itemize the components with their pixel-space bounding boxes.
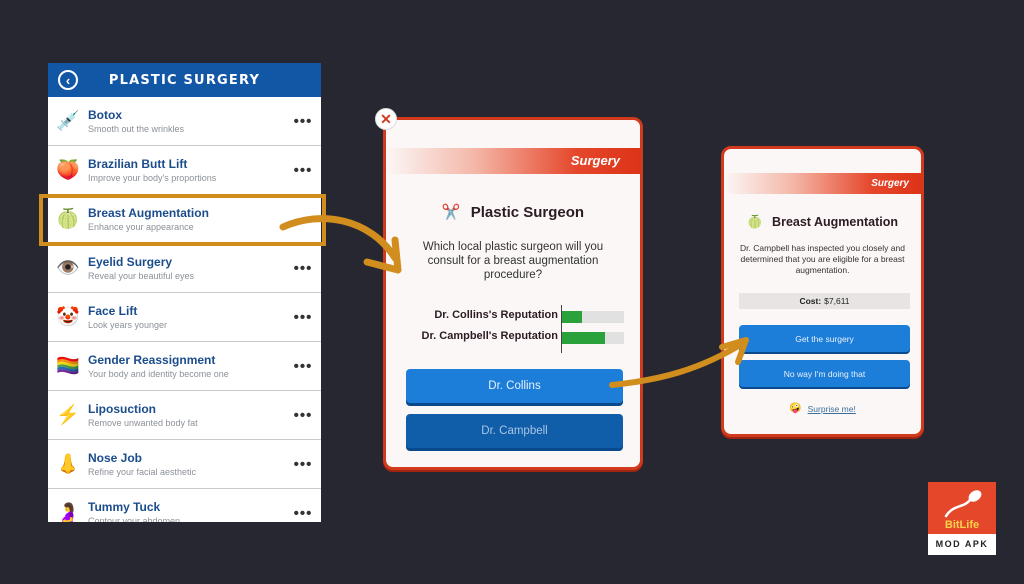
reputation-row-campbell: Dr. Campbell's Reputation	[386, 330, 646, 346]
more-options-button[interactable]: •••	[285, 162, 321, 179]
surgery-list-item[interactable]: 💉 Botox Smooth out the wrinkles •••	[48, 97, 321, 146]
reputation-label: Dr. Collins's Reputation	[434, 309, 558, 321]
popup-banner: Surgery	[724, 173, 921, 194]
surgery-list-item[interactable]: 👃 Nose Job Refine your facial aesthetic •••	[48, 440, 321, 489]
surgery-list-item[interactable]: ⚡ Liposuction Remove unwanted body fat •••	[48, 391, 321, 440]
popup-title-text: Breast Augmentation	[772, 215, 898, 229]
cost-label: Cost:	[799, 296, 822, 306]
more-options-button[interactable]: •••	[285, 456, 321, 473]
syringe-icon: 💉	[56, 111, 80, 132]
decline-button[interactable]: No way I'm doing that	[739, 360, 910, 387]
pregnant-woman-icon: 🤰	[56, 503, 80, 522]
item-texts: Eyelid Surgery Reveal your beautiful eyes	[88, 255, 285, 282]
close-icon: ✕	[380, 110, 392, 127]
item-texts: Nose Job Refine your facial aesthetic	[88, 451, 285, 478]
item-description: Reveal your beautiful eyes	[88, 270, 195, 281]
surgery-list-item[interactable]: 🤡 Face Lift Look years younger •••	[48, 293, 321, 342]
item-name: Gender Reassignment	[88, 352, 216, 367]
surgery-list-item[interactable]: 🏳️‍🌈 Gender Reassignment Your body and ide…	[48, 342, 321, 391]
more-options-button[interactable]: •••	[285, 309, 321, 326]
dr-collins-button[interactable]: Dr. Collins	[406, 369, 623, 403]
reputation-bar-fill	[562, 332, 606, 344]
zany-face-icon: 🤪	[789, 403, 802, 414]
plastic-surgery-list-screen: ‹ PLASTIC SURGERY 💉 Botox Smooth out the w…	[48, 63, 321, 522]
item-description: Contour your abdomen	[88, 515, 181, 523]
lightning-icon: ⚡	[56, 405, 80, 426]
scissors-icon: ✂️	[441, 204, 461, 221]
eye-icon: 👁️	[56, 258, 80, 279]
reputation-label: Dr. Campbell's Reputation	[421, 330, 558, 342]
logo-top: BitLife	[928, 482, 996, 534]
get-surgery-button[interactable]: Get the surgery	[739, 325, 910, 352]
rainbow-flag-icon: 🏳️‍🌈	[56, 356, 80, 377]
logo-subtitle: MOD APK	[935, 539, 989, 549]
popup-question: Which local plastic surgeon will you con…	[422, 241, 604, 281]
popup-message: Dr. Campbell has inspected you closely a…	[740, 243, 905, 275]
item-description: Look years younger	[88, 319, 168, 330]
popup-title: 🍈 Breast Augmentation	[724, 215, 921, 230]
sperm-icon	[944, 490, 982, 518]
cost-display: Cost: $7,611	[739, 293, 910, 309]
surprise-me-label: Surprise me!	[807, 403, 856, 414]
popup-title: ✂️ Plastic Surgeon	[386, 203, 640, 221]
item-name: Eyelid Surgery	[88, 254, 173, 269]
item-texts: Brazilian Butt Lift Improve your body's p…	[88, 157, 285, 184]
clown-face-icon: 🤡	[56, 307, 80, 328]
item-name: Tummy Tuck	[88, 499, 161, 514]
plastic-surgeon-popup: Surgery ✂️ Plastic Surgeon Which local p…	[383, 117, 643, 470]
chevron-left-icon: ‹	[65, 72, 71, 88]
popup-title-text: Plastic Surgeon	[470, 204, 585, 221]
item-name: Liposuction	[88, 401, 156, 416]
surgery-list-item[interactable]: 👁️ Eyelid Surgery Reveal your beautiful ey…	[48, 244, 321, 293]
item-description: Improve your body's proportions	[88, 172, 217, 183]
close-button[interactable]: ✕	[375, 108, 397, 130]
breast-augmentation-popup: Surgery 🍈 Breast Augmentation Dr. Campbe…	[721, 146, 924, 437]
surgery-list-item[interactable]: 🤰 Tummy Tuck Contour your abdomen •••	[48, 489, 321, 523]
logo-brand: BitLife	[944, 519, 980, 531]
item-description: Your body and identity become one	[88, 368, 229, 379]
reputation-bar-fill	[562, 311, 583, 323]
reputation-row-collins: Dr. Collins's Reputation	[386, 309, 646, 325]
more-options-button[interactable]: •••	[285, 505, 321, 522]
melon-icon: 🍈	[746, 215, 763, 229]
item-name: Brazilian Butt Lift	[88, 156, 188, 171]
item-description: Refine your facial aesthetic	[88, 466, 197, 477]
nose-icon: 👃	[56, 454, 80, 475]
surgery-list-item[interactable]: 🍑 Brazilian Butt Lift Improve your body's …	[48, 146, 321, 195]
reputation-bar	[562, 332, 624, 344]
item-texts: Liposuction Remove unwanted body fat	[88, 402, 285, 429]
item-name: Face Lift	[88, 303, 138, 318]
item-texts: Botox Smooth out the wrinkles	[88, 108, 285, 135]
surprise-me-link[interactable]: 🤪 Surprise me!	[724, 403, 921, 414]
screen-title: PLASTIC SURGERY	[108, 72, 261, 88]
item-texts: Tummy Tuck Contour your abdomen	[88, 500, 285, 523]
more-options-button[interactable]: •••	[285, 113, 321, 130]
surgery-list: 💉 Botox Smooth out the wrinkles ••• 🍑 Brazili…	[48, 97, 321, 522]
dr-campbell-button[interactable]: Dr. Campbell	[406, 414, 623, 448]
popup-banner: Surgery	[386, 148, 640, 174]
reputation-bar	[562, 311, 624, 323]
cost-value: $7,611	[824, 296, 850, 306]
peach-icon: 🍑	[56, 160, 80, 181]
highlight-box	[39, 194, 326, 246]
item-name: Botox	[88, 107, 122, 122]
item-texts: Gender Reassignment Your body and identit…	[88, 353, 285, 380]
more-options-button[interactable]: •••	[285, 407, 321, 424]
back-button[interactable]: ‹	[58, 70, 78, 90]
item-description: Smooth out the wrinkles	[88, 123, 185, 134]
item-description: Remove unwanted body fat	[88, 417, 198, 428]
screen-header: ‹ PLASTIC SURGERY	[48, 63, 321, 97]
more-options-button[interactable]: •••	[285, 358, 321, 375]
more-options-button[interactable]: •••	[285, 260, 321, 277]
item-texts: Face Lift Look years younger	[88, 304, 285, 331]
bitlife-mod-apk-logo: BitLife MOD APK	[928, 482, 996, 555]
item-name: Nose Job	[88, 450, 143, 465]
